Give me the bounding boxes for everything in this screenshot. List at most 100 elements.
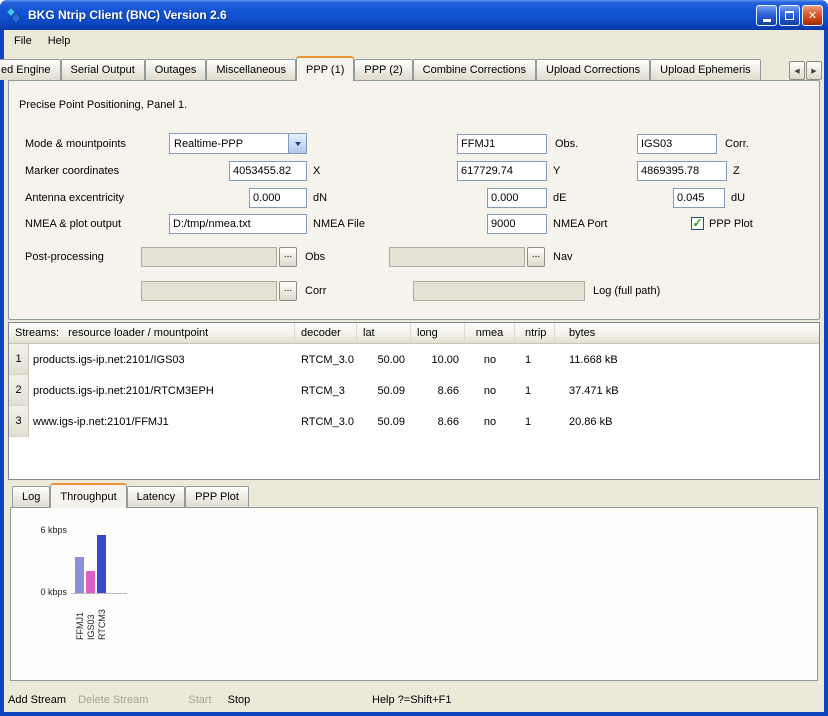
antenna-excentricity-label: Antenna excentricity [25, 188, 124, 208]
streams-table-header: Streams: resource loader / mountpoint de… [9, 323, 819, 344]
cell-long: 8.66 [411, 406, 465, 437]
cell-lat: 50.00 [357, 344, 411, 375]
corr-mountpoint-input[interactable] [637, 134, 717, 154]
main-tab-bar: ed Engine Serial Output Outages Miscella… [4, 59, 824, 80]
header-bytes[interactable]: bytes [555, 323, 819, 343]
tab-upload-corrections[interactable]: Upload Corrections [536, 59, 650, 80]
nmea-file-input[interactable] [169, 214, 307, 234]
cell-ntrip: 1 [515, 344, 555, 375]
y-axis-min-label: 0 kbps [19, 587, 67, 597]
x-label: X [313, 161, 320, 181]
menu-file[interactable]: File [6, 32, 40, 50]
tab-upload-ephemeris[interactable]: Upload Ephemeris [650, 59, 761, 80]
cell-lat: 50.09 [357, 375, 411, 406]
tab-ppp-1[interactable]: PPP (1) [296, 56, 354, 81]
cell-decoder: RTCM_3.0 [295, 406, 357, 437]
cell-nmea: no [465, 406, 515, 437]
header-ntrip[interactable]: ntrip [515, 323, 555, 343]
marker-y-input[interactable] [457, 161, 547, 181]
obs-label: Obs. [555, 134, 578, 154]
bottom-tab-bar: Log Throughput Latency PPP Plot [8, 485, 820, 507]
window-title: BKG Ntrip Client (BNC) Version 2.6 [28, 8, 756, 22]
table-row[interactable]: 2 products.igs-ip.net:2101/RTCM3EPH RTCM… [9, 375, 819, 406]
cell-mountpoint: www.igs-ip.net:2101/FFMJ1 [29, 406, 295, 437]
post-corr-label: Corr [305, 281, 326, 301]
tab-serial-output[interactable]: Serial Output [61, 59, 145, 80]
title-bar[interactable]: BKG Ntrip Client (BNC) Version 2.6 ✕ [0, 0, 828, 30]
chevron-down-icon [295, 142, 301, 146]
cell-ntrip: 1 [515, 406, 555, 437]
menu-help[interactable]: Help [40, 32, 79, 50]
app-window: BKG Ntrip Client (BNC) Version 2.6 ✕ Fil… [0, 0, 828, 716]
header-decoder[interactable]: decoder [295, 323, 357, 343]
mode-combobox-dropdown-button[interactable] [288, 134, 306, 153]
bottom-section: Log Throughput Latency PPP Plot 6 kbps 0… [8, 485, 820, 683]
tab-log[interactable]: Log [12, 486, 50, 507]
antenna-de-input[interactable] [487, 188, 547, 208]
marker-z-input[interactable] [637, 161, 727, 181]
chart-bars [75, 531, 106, 593]
header-long[interactable]: long [411, 323, 465, 343]
mode-mountpoints-label: Mode & mountpoints [25, 134, 126, 154]
header-lat[interactable]: lat [357, 323, 411, 343]
help-button[interactable]: Help ?=Shift+F1 [368, 694, 456, 706]
antenna-dn-input[interactable] [249, 188, 307, 208]
table-row[interactable]: 1 products.igs-ip.net:2101/IGS03 RTCM_3.… [9, 344, 819, 375]
post-nav-input [389, 247, 525, 267]
start-button: Start [184, 694, 215, 706]
streams-table: Streams: resource loader / mountpoint de… [8, 322, 820, 480]
stop-button[interactable]: Stop [224, 694, 255, 706]
cell-mountpoint: products.igs-ip.net:2101/RTCM3EPH [29, 375, 295, 406]
header-streams[interactable]: Streams: resource loader / mountpoint [9, 323, 295, 343]
cell-bytes: 37.471 kB [555, 375, 819, 406]
post-corr-browse-button[interactable]: ... [279, 281, 297, 301]
nmea-file-label: NMEA File [313, 214, 365, 234]
menu-bar: File Help [4, 30, 824, 52]
tab-combine-corrections[interactable]: Combine Corrections [413, 59, 536, 80]
cell-nmea: no [465, 344, 515, 375]
marker-x-input[interactable] [229, 161, 307, 181]
tab-ppp-plot[interactable]: PPP Plot [185, 486, 249, 507]
tab-throughput[interactable]: Throughput [50, 483, 126, 508]
cell-ntrip: 1 [515, 375, 555, 406]
post-obs-browse-button[interactable]: ... [279, 247, 297, 267]
cell-mountpoint: products.igs-ip.net:2101/IGS03 [29, 344, 295, 375]
cell-bytes: 11.668 kB [555, 344, 819, 375]
tab-feed-engine[interactable]: ed Engine [0, 59, 61, 80]
window-body: File Help ed Engine Serial Output Outage… [4, 30, 824, 712]
x-axis-tick-label: IGS03 [86, 598, 97, 640]
nmea-plot-output-label: NMEA & plot output [25, 214, 121, 234]
dn-label: dN [313, 188, 327, 208]
table-row[interactable]: 3 www.igs-ip.net:2101/FFMJ1 RTCM_3.0 50.… [9, 406, 819, 437]
close-icon: ✕ [808, 9, 817, 22]
arrow-left-icon: ◀ [794, 67, 799, 75]
header-nmea[interactable]: nmea [465, 323, 515, 343]
post-nav-browse-button[interactable]: ... [527, 247, 545, 267]
close-button[interactable]: ✕ [802, 5, 823, 26]
mode-combobox[interactable]: Realtime-PPP [169, 133, 307, 154]
cell-bytes: 20.86 kB [555, 406, 819, 437]
antenna-du-input[interactable] [673, 188, 725, 208]
y-label: Y [553, 161, 560, 181]
bar-igs03 [86, 571, 95, 593]
add-stream-button[interactable]: Add Stream [4, 694, 70, 706]
tab-miscellaneous[interactable]: Miscellaneous [206, 59, 296, 80]
y-axis-max-label: 6 kbps [19, 525, 67, 535]
ppp-plot-label: PPP Plot [709, 214, 753, 234]
cell-nmea: no [465, 375, 515, 406]
tab-outages[interactable]: Outages [145, 59, 207, 80]
tab-scroll-left-button[interactable]: ◀ [789, 61, 805, 80]
obs-mountpoint-input[interactable] [457, 134, 547, 154]
ppp-plot-checkbox[interactable]: ✓ [691, 217, 704, 230]
de-label: dE [553, 188, 566, 208]
maximize-button[interactable] [779, 5, 800, 26]
minimize-icon [763, 19, 771, 22]
tab-ppp-2[interactable]: PPP (2) [354, 59, 412, 80]
tab-scroll-right-button[interactable]: ▶ [806, 61, 822, 80]
cell-decoder: RTCM_3.0 [295, 344, 357, 375]
nmea-port-input[interactable] [487, 214, 547, 234]
minimize-button[interactable] [756, 5, 777, 26]
cell-decoder: RTCM_3 [295, 375, 357, 406]
tab-latency[interactable]: Latency [127, 486, 186, 507]
marker-coordinates-label: Marker coordinates [25, 161, 119, 181]
